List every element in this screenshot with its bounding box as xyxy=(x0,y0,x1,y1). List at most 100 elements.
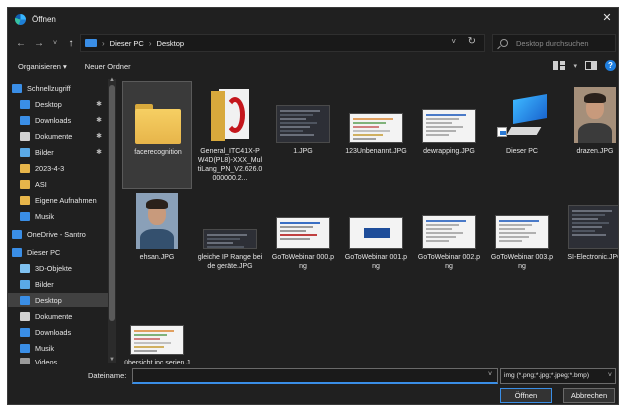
scroll-up-icon[interactable]: ▲ xyxy=(108,77,116,83)
file-name: gleiche IP Range beide geräte.JPG xyxy=(197,254,263,270)
search-input[interactable]: Desktop durchsuchen xyxy=(516,39,589,48)
file-type-filter[interactable]: img (*.png;*.jpg;*.jpeg;*.bmp) ˅ xyxy=(500,368,616,384)
file-name: 123Unbenannt.JPG xyxy=(345,148,407,155)
sidebar-item-label: 2023-4-3 xyxy=(35,163,65,173)
file-thumbnail xyxy=(566,85,618,143)
file-item[interactable]: ehsan.JPG xyxy=(122,187,192,295)
thumbnail-line xyxy=(499,236,529,238)
file-thumbnail xyxy=(128,191,186,249)
thumbnail-line xyxy=(426,114,466,116)
up-arrow-icon[interactable]: ↑ xyxy=(64,38,78,49)
photo-body xyxy=(578,123,612,143)
file-item[interactable]: drazen.JPG xyxy=(560,81,618,189)
preview-pane-icon[interactable] xyxy=(585,61,597,70)
file-item[interactable]: SI-Electronic.JPG xyxy=(560,187,618,295)
breadcrumb-separator-icon: › xyxy=(148,38,152,48)
organize-button[interactable]: Organisieren ▾ xyxy=(18,62,67,71)
view-options-chevron-icon[interactable]: ▾ xyxy=(573,62,577,70)
sidebar-item-label: Musik xyxy=(35,211,55,221)
thumbnail-line xyxy=(207,234,247,236)
sidebar-item[interactable]: Musik xyxy=(8,341,108,355)
help-icon[interactable]: ? xyxy=(605,60,616,71)
sidebar-item[interactable]: OneDrive - Santro xyxy=(8,227,108,241)
pc-icon-part xyxy=(506,127,542,135)
sidebar-item[interactable]: 3D-Objekte xyxy=(8,261,108,275)
cancel-button[interactable]: Abbrechen xyxy=(563,388,615,403)
folder-icon xyxy=(135,104,181,144)
sidebar-item-label: Desktop xyxy=(35,295,62,305)
thumbnail-line xyxy=(280,130,303,132)
sidebar-item[interactable]: Desktop xyxy=(8,293,108,307)
file-item[interactable]: GoToWebinar 003.png xyxy=(487,187,557,295)
pdf-icon-part xyxy=(225,97,245,133)
change-view-icon[interactable] xyxy=(553,61,566,70)
pin-icon: ✱ xyxy=(96,133,102,140)
sidebar-item[interactable]: Bilder ✱ xyxy=(8,145,108,159)
search-box[interactable]: Desktop durchsuchen xyxy=(492,34,616,52)
filename-input[interactable] xyxy=(132,368,498,384)
screenshot-thumbnail xyxy=(349,113,403,143)
file-thumbnail xyxy=(201,191,259,249)
navigation-scrollbar[interactable]: ▲ ▼ xyxy=(108,77,116,363)
thumbnail-line xyxy=(353,122,386,124)
pin-icon: ✱ xyxy=(96,149,102,156)
sidebar-item[interactable]: ASI xyxy=(8,177,108,191)
sidebar-item[interactable]: Musik xyxy=(8,209,108,223)
sidebar-item[interactable]: Dokumente xyxy=(8,309,108,323)
sidebar-item-label: OneDrive - Santro xyxy=(27,229,86,239)
file-item[interactable]: 123Unbenannt.JPG xyxy=(341,81,411,189)
thumbnail-line xyxy=(353,134,383,136)
close-icon[interactable]: ✕ xyxy=(600,11,614,25)
forward-arrow-icon[interactable]: → xyxy=(32,38,46,49)
sidebar-item[interactable]: Eigene Aufnahmen xyxy=(8,193,108,207)
file-item[interactable]: gleiche IP Range beide geräte.JPG xyxy=(195,187,265,295)
file-item[interactable]: facerecognition xyxy=(122,81,192,189)
thumbnail-accent xyxy=(364,228,390,238)
filename-dropdown-chevron-icon[interactable]: ˅ xyxy=(488,371,492,378)
pin-icon: ✱ xyxy=(96,101,102,108)
sidebar-item[interactable]: Desktop ✱ xyxy=(8,97,108,111)
thumbnail-line xyxy=(134,330,174,332)
address-dropdown-chevron-icon[interactable]: ˅ xyxy=(451,37,456,46)
view-controls: ▾ ? xyxy=(553,60,616,71)
file-item[interactable]: GoToWebinar 000.png xyxy=(268,187,338,295)
file-item[interactable]: Dieser PC xyxy=(487,81,557,189)
pictures-icon xyxy=(20,279,30,289)
scroll-down-icon[interactable]: ▼ xyxy=(108,357,116,363)
file-item[interactable]: General_ITC41X-PW4D(PL8)-XXX_MultiLang_P… xyxy=(195,81,265,189)
sidebar-item-label: ASI xyxy=(35,179,47,189)
sidebar-item[interactable]: Dokumente ✱ xyxy=(8,129,108,143)
new-folder-button[interactable]: Neuer Ordner xyxy=(85,62,131,71)
open-button[interactable]: Öffnen xyxy=(500,388,552,403)
sidebar-item[interactable]: Schnellzugriff xyxy=(8,81,108,95)
desktop-icon xyxy=(20,99,30,109)
music-icon xyxy=(20,343,30,353)
breadcrumb-desktop[interactable]: Desktop xyxy=(157,39,185,48)
thumbnail-line xyxy=(207,238,240,240)
sidebar-item[interactable]: Dieser PC xyxy=(8,245,108,259)
recent-locations-chevron-icon[interactable]: ˅ xyxy=(48,40,62,47)
thumbnail-line xyxy=(134,346,164,348)
thumbnail-line xyxy=(353,118,393,120)
address-bar[interactable]: › Dieser PC › Desktop ˅ ↻ xyxy=(80,34,485,52)
file-item[interactable]: 1.JPG xyxy=(268,81,338,189)
sidebar-item-label: Desktop xyxy=(35,99,62,109)
sidebar-item[interactable]: 2023-4-3 xyxy=(8,161,108,175)
back-arrow-icon[interactable]: ← xyxy=(14,38,28,49)
refresh-icon[interactable]: ↻ xyxy=(468,36,476,47)
file-type-filter-value: img (*.png;*.jpg;*.jpeg;*.bmp) xyxy=(504,372,590,379)
sidebar-item[interactable]: Downloads xyxy=(8,325,108,339)
folder-icon xyxy=(20,195,30,205)
search-icon xyxy=(500,39,508,47)
breadcrumb-dieser-pc[interactable]: Dieser PC xyxy=(110,39,144,48)
scroll-thumb[interactable] xyxy=(109,85,115,321)
file-item[interactable]: dewrapping.JPG xyxy=(414,81,484,189)
thumbnail-line xyxy=(134,334,167,336)
file-item[interactable]: GoToWebinar 001.png xyxy=(341,187,411,295)
breadcrumb-separator-icon: › xyxy=(102,38,105,48)
sidebar-item[interactable]: Bilder xyxy=(8,277,108,291)
sidebar-item[interactable]: Downloads ✱ xyxy=(8,113,108,127)
file-item[interactable]: GoToWebinar 002.png xyxy=(414,187,484,295)
thumbnail-line xyxy=(134,342,171,344)
thumbnail-line xyxy=(207,242,233,244)
